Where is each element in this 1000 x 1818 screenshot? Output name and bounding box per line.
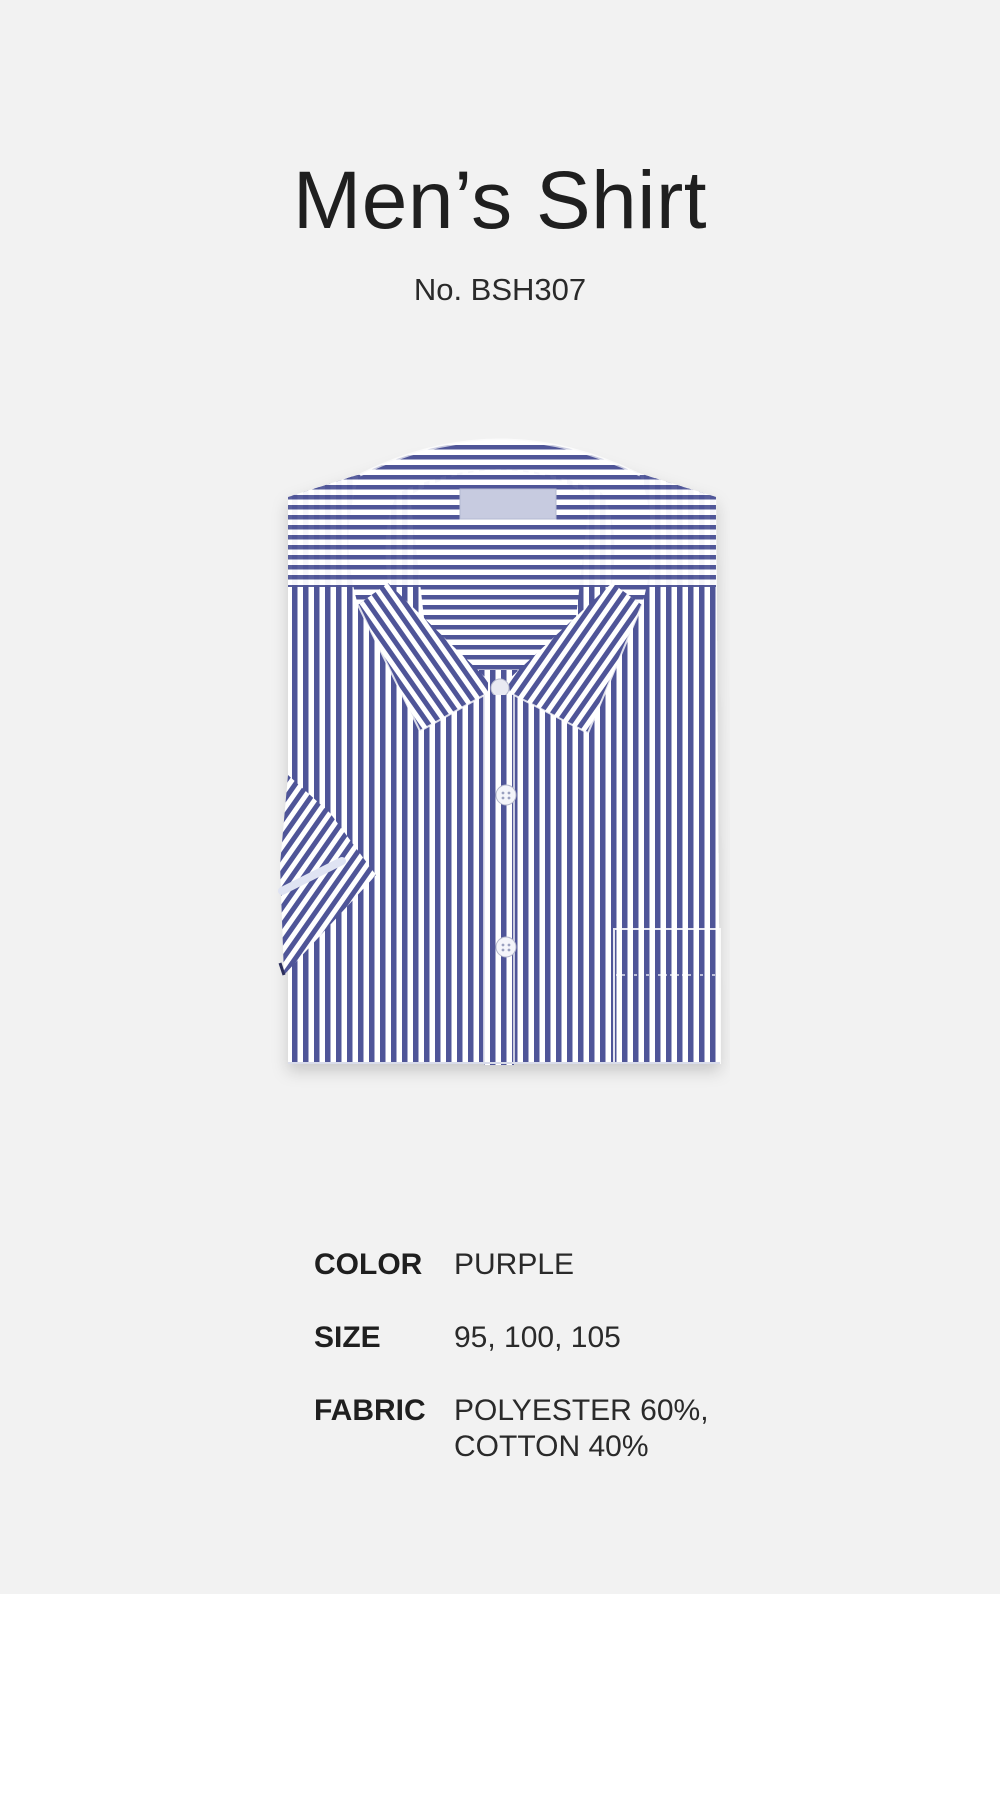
spec-label: COLOR [314, 1248, 423, 1281]
spec-value: 95, 100, 105 [454, 1321, 621, 1354]
spec-value: POLYESTER 60%, COTTON 40% [454, 1394, 709, 1463]
spec-row-size: SIZE 95, 100, 105 [314, 1320, 774, 1356]
product-number: No. BSH307 [413, 272, 587, 307]
spec-value: PURPLE [454, 1248, 575, 1281]
spec-label: FABRIC [314, 1394, 426, 1427]
product-panel: Men’s Shirt No. BSH307 COLOR PURPLE SIZE… [0, 0, 1000, 1594]
spec-row-color: COLOR PURPLE [314, 1247, 774, 1283]
shirt-icon [278, 438, 721, 1065]
shirt-button-1 [495, 784, 517, 806]
product-title: Men’s Shirt [292, 155, 708, 246]
spec-list: COLOR PURPLE SIZE 95, 100, 105 FABRIC PO… [314, 1247, 774, 1502]
spec-label: SIZE [314, 1321, 381, 1354]
shirt-button-2 [495, 936, 517, 958]
striped-shirt-image [270, 415, 730, 1095]
spec-row-fabric: FABRIC POLYESTER 60%, COTTON 40% [314, 1393, 774, 1465]
